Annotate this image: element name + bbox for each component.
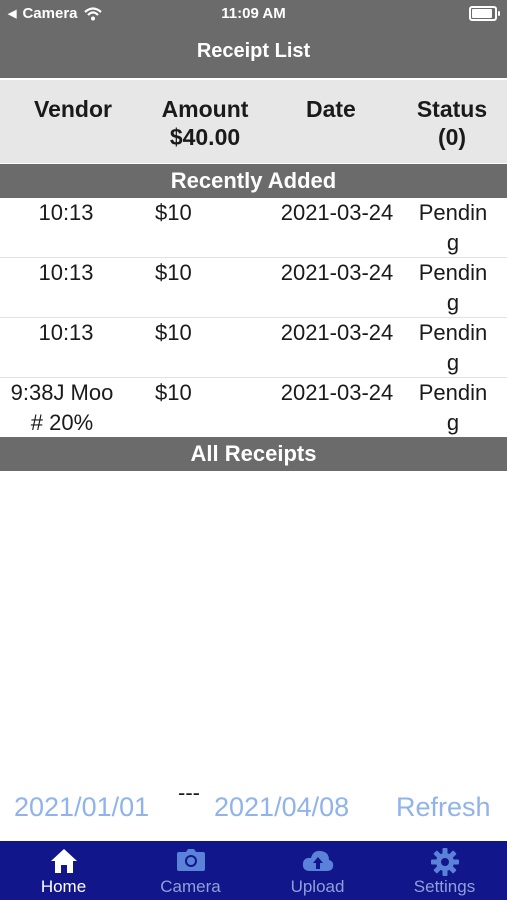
refresh-button[interactable]: Refresh [396, 792, 491, 823]
cloud-upload-icon [302, 850, 333, 871]
row-amount: $10 [155, 260, 192, 285]
camera-icon [176, 849, 205, 871]
tab-camera-label: Camera [160, 877, 221, 896]
app-header: ◀ Camera 11:09 AM Receipt List [0, 0, 507, 78]
tab-camera[interactable]: Camera [127, 841, 254, 900]
table-row[interactable]: 9:38J Moo# 20% $10 2021-03-24 Pending [0, 378, 507, 437]
row-amount: $10 [155, 200, 192, 225]
column-status: Status (0) [413, 95, 491, 151]
battery-icon [469, 6, 500, 21]
tab-bar: Home Camera Upload Settings [0, 841, 507, 900]
column-header: Vendor Amount $40.00 Date Status (0) [0, 80, 507, 163]
home-icon [50, 849, 77, 873]
tab-upload-label: Upload [290, 877, 345, 896]
row-status: Pending [418, 380, 488, 435]
column-date: Date [306, 96, 356, 122]
gear-icon [430, 848, 459, 876]
status-time: 11:09 AM [221, 5, 286, 22]
row-date: 2021-03-24 [280, 200, 394, 225]
status-bar: ◀ Camera 11:09 AM [0, 0, 507, 28]
table-row[interactable]: 10:13 $10 2021-03-24 Pending [0, 258, 507, 318]
section-recently-added: Recently Added [0, 164, 507, 198]
row-amount: $10 [155, 320, 192, 345]
tab-settings-label: Settings [413, 877, 476, 896]
amount-total: $40.00 [169, 124, 241, 150]
tab-upload[interactable]: Upload [254, 841, 381, 900]
end-date-picker[interactable]: 2021/04/08 [214, 792, 349, 823]
start-date-picker[interactable]: 2021/01/01 [14, 792, 149, 823]
page-title: Receipt List [196, 40, 311, 62]
table-row[interactable]: 10:13 $10 2021-03-24 Pending [0, 318, 507, 378]
column-amount-label: Amount [161, 96, 249, 122]
date-range-bar: 2021/01/01 --- 2021/04/08 Refresh [0, 780, 507, 833]
date-separator: --- [178, 780, 200, 805]
row-vendor: 10:13 [38, 200, 94, 225]
column-status-label: Status [416, 96, 488, 122]
column-vendor: Vendor [34, 96, 112, 122]
section-all-receipts: All Receipts [0, 437, 507, 471]
row-date: 2021-03-24 [280, 380, 394, 405]
row-date: 2021-03-24 [280, 320, 394, 345]
row-date: 2021-03-24 [280, 260, 394, 285]
tab-settings[interactable]: Settings [381, 841, 507, 900]
row-vendor: 9:38J Moo# 20% [10, 380, 114, 435]
row-status: Pending [418, 200, 488, 255]
row-vendor: 10:13 [38, 320, 94, 345]
row-status: Pending [418, 320, 488, 375]
row-vendor: 10:13 [38, 260, 94, 285]
row-amount: $10 [155, 380, 192, 405]
column-amount: Amount $40.00 [158, 95, 252, 151]
row-status: Pending [418, 260, 488, 315]
status-count: (0) [437, 124, 467, 150]
tab-home-label: Home [40, 877, 87, 896]
table-row[interactable]: 10:13 $10 2021-03-24 Pending [0, 198, 507, 258]
tab-home[interactable]: Home [0, 841, 127, 900]
